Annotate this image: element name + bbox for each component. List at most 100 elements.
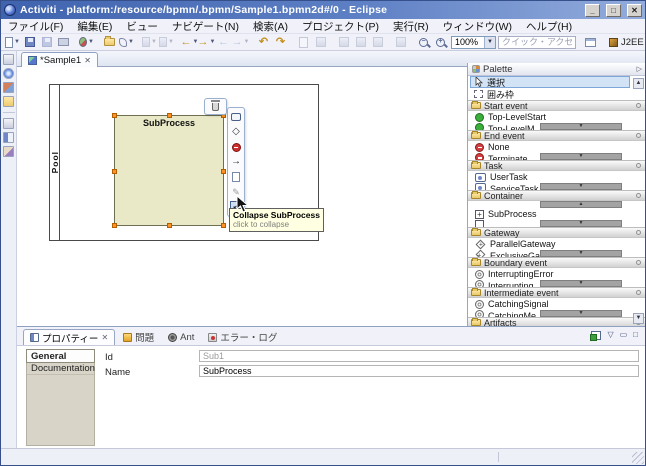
palette-item-interruptingerror[interactable]: InterruptingError — [468, 268, 646, 280]
drawer-task[interactable]: Task — [468, 160, 646, 171]
maximize-button[interactable]: □ — [606, 4, 621, 17]
drawer-artifacts[interactable]: Artifacts — [468, 317, 646, 326]
create-task-icon[interactable] — [230, 111, 243, 123]
palette-collapse-arrow-icon[interactable]: ▷ — [637, 65, 642, 73]
align-horizontal-icon[interactable] — [336, 35, 351, 50]
outline-view-icon[interactable] — [3, 132, 14, 143]
align-vertical-icon[interactable] — [353, 35, 368, 50]
zoom-in-icon[interactable]: + — [433, 35, 448, 50]
drawer-scroll-down-icon[interactable]: ▼ — [540, 220, 622, 227]
create-end-event-icon[interactable] — [230, 141, 243, 153]
palette-item-parallelgateway[interactable]: ParallelGateway — [468, 238, 646, 250]
palette-item-usertask[interactable]: UserTask — [468, 171, 646, 183]
menu-edit[interactable]: 編集(E) — [70, 19, 119, 33]
palette-item-subprocess[interactable]: + SubProcess — [468, 208, 646, 220]
drawer-end-event[interactable]: End event — [468, 130, 646, 141]
drawer-pin-icon[interactable] — [636, 290, 641, 295]
zoom-dropdown-icon[interactable]: ▼ — [484, 37, 495, 48]
open-element-icon[interactable]: ▼ — [159, 35, 174, 50]
activiti-diagram-view-icon[interactable] — [3, 68, 14, 79]
view-maximize-icon[interactable]: □ — [633, 330, 638, 340]
palette-item-partial[interactable]: ExclusiveGa ▼ — [468, 250, 646, 257]
zoom-level-select[interactable]: 100% ▼ — [451, 36, 496, 49]
palette-item-partial[interactable]: Terminate ▼ — [468, 153, 646, 160]
drawer-container[interactable]: Container — [468, 190, 646, 201]
section-documentation[interactable]: Documentation — [27, 362, 94, 375]
back-icon[interactable]: ←▼ — [182, 35, 197, 50]
resize-handle[interactable] — [221, 169, 226, 174]
palette-item-catchingsignal[interactable]: CatchingSignal — [468, 298, 646, 310]
resize-handle[interactable] — [167, 223, 172, 228]
drawer-scroll-down-icon[interactable]: ▼ — [540, 183, 622, 190]
create-gateway-icon[interactable]: ◇ — [230, 126, 243, 138]
new-wizard-icon[interactable]: ▼ — [5, 35, 20, 50]
next-annotation-icon[interactable]: →▼ — [233, 35, 248, 50]
menu-help[interactable]: ヘルプ(H) — [519, 19, 579, 33]
palette-item-toplevelstart[interactable]: Top-LevelStart — [468, 111, 646, 123]
editor-tab-sample1[interactable]: *Sample1 ✕ — [21, 52, 98, 67]
open-perspective-icon[interactable] — [583, 35, 598, 50]
create-annotation-icon[interactable] — [230, 171, 243, 183]
zoom-out-icon[interactable]: − — [416, 35, 431, 50]
palette-item-partial[interactable]: ▼ — [468, 220, 646, 227]
save-all-icon[interactable] — [39, 35, 54, 50]
section-general[interactable]: General — [26, 349, 95, 363]
palette-item-partial[interactable]: Interrupting ▼ — [468, 280, 646, 287]
tab-close-icon[interactable]: ✕ — [84, 56, 91, 65]
drawer-scroll-down-icon[interactable]: ▼ — [540, 250, 622, 257]
view-close-icon[interactable]: ✕ — [101, 333, 108, 342]
build-wrench-icon[interactable]: ▼ — [119, 35, 134, 50]
drawer-scroll-up-icon[interactable]: ▲ — [540, 201, 622, 208]
view-menu-icon[interactable]: ▽ — [607, 330, 613, 340]
tab-error-log[interactable]: エラー・ログ — [202, 329, 283, 345]
drawer-boundary-event[interactable]: Boundary event — [468, 257, 646, 268]
menu-view[interactable]: ビュー — [119, 19, 165, 33]
palette-scroll-up-icon[interactable]: ▲ — [633, 78, 644, 89]
copy-icon[interactable] — [296, 35, 311, 50]
field-id-input[interactable] — [199, 350, 639, 362]
perspective-j2ee-button[interactable]: J2EE — [605, 36, 646, 49]
match-size-icon[interactable] — [370, 35, 385, 50]
field-name-input[interactable] — [199, 365, 639, 377]
resize-grip[interactable] — [632, 452, 644, 464]
layout-icon[interactable] — [393, 35, 408, 50]
palette-tool-marquee[interactable]: 囲み枠 — [470, 88, 630, 100]
print-icon[interactable] — [56, 35, 71, 50]
tab-properties[interactable]: プロパティー ✕ — [23, 329, 115, 345]
tab-ant[interactable]: Ant — [162, 329, 200, 345]
project-folder-view-icon[interactable] — [3, 96, 14, 107]
resize-handle[interactable] — [112, 223, 117, 228]
palette-item-partial[interactable]: CatchingMe ▼ — [468, 310, 646, 317]
drawer-scroll-down-icon[interactable]: ▼ — [540, 123, 622, 130]
drawer-pin-icon[interactable] — [636, 133, 641, 138]
close-button[interactable]: ✕ — [627, 4, 642, 17]
drawer-start-event[interactable]: Start event — [468, 100, 646, 111]
drawer-pin-icon[interactable] — [636, 103, 641, 108]
open-folder-icon[interactable] — [102, 35, 117, 50]
drawer-pin-icon[interactable] — [636, 260, 641, 265]
drawer-scroll-down-icon[interactable]: ▼ — [540, 153, 622, 160]
palette-item-partial[interactable]: Top-LevelM ▼ — [468, 123, 646, 130]
drawer-pin-icon[interactable] — [636, 193, 641, 198]
menu-project[interactable]: プロジェクト(P) — [295, 19, 386, 33]
drawer-gateway[interactable]: Gateway — [468, 227, 646, 238]
redo-icon[interactable]: ↷ — [273, 35, 288, 50]
drawer-scroll-down-icon[interactable]: ▼ — [540, 310, 622, 317]
menu-navigate[interactable]: ナビゲート(N) — [165, 19, 246, 33]
restore-view-icon-2[interactable] — [3, 118, 14, 129]
subprocess-shape[interactable]: SubProcess — [114, 115, 224, 226]
palette-header[interactable]: Palette ▷ — [468, 63, 646, 76]
undo-icon[interactable]: ↶ — [256, 35, 271, 50]
palette-scroll-down-icon[interactable]: ▼ — [633, 313, 644, 324]
pool-label-band[interactable]: Pool — [50, 85, 60, 240]
save-icon[interactable] — [22, 35, 37, 50]
package-view-icon[interactable] — [3, 146, 14, 157]
palette-item-none[interactable]: None — [468, 141, 646, 153]
menu-window[interactable]: ウィンドウ(W) — [436, 19, 519, 33]
resize-handle[interactable] — [112, 113, 117, 118]
quick-access-input[interactable] — [498, 36, 576, 49]
drawer-pin-icon[interactable] — [636, 230, 641, 235]
forward-icon[interactable]: →▼ — [199, 35, 214, 50]
view-minimize-icon[interactable]: ▭ — [620, 330, 628, 340]
previous-annotation-icon[interactable]: ← — [216, 35, 231, 50]
